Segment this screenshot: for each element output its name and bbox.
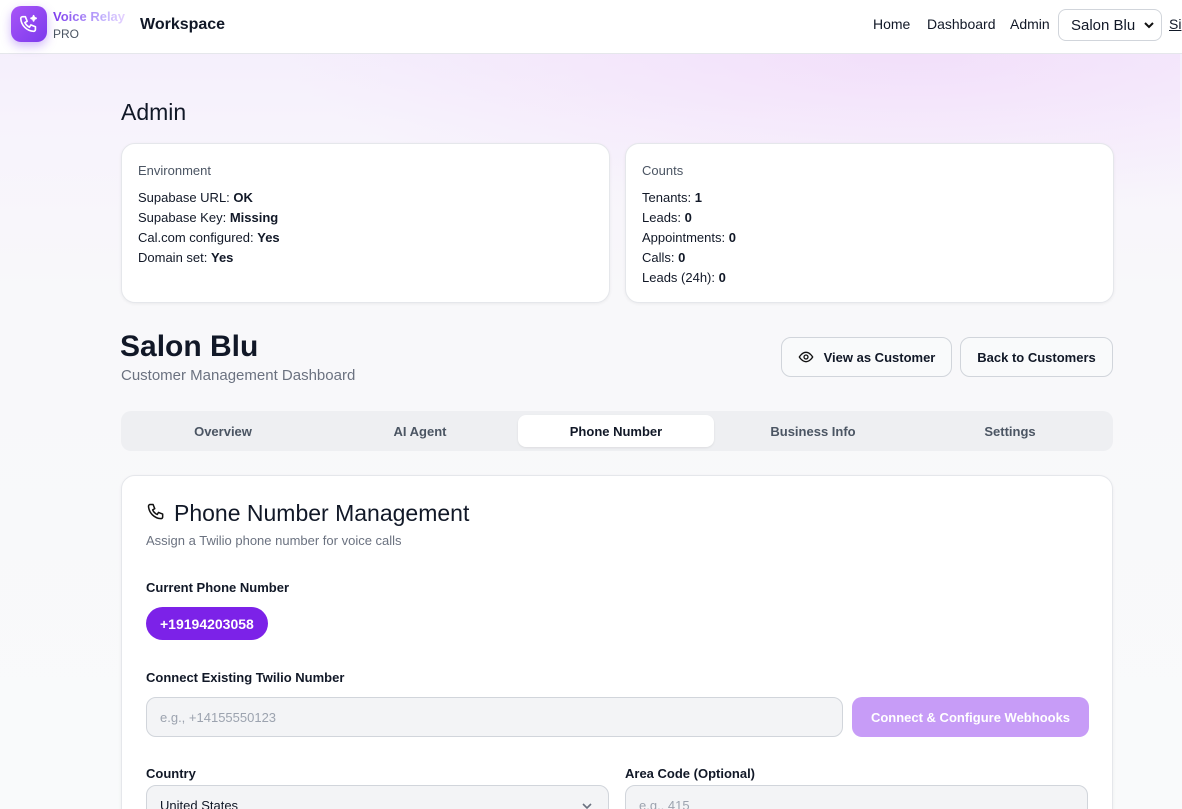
- back-to-customers-button[interactable]: Back to Customers: [960, 337, 1113, 377]
- count-calls: Calls: 0: [642, 250, 686, 265]
- phone-number-card: Phone Number Management Assign a Twilio …: [121, 475, 1113, 809]
- connect-number-label: Connect Existing Twilio Number: [146, 670, 345, 685]
- count-leads-24h: Leads (24h): 0: [642, 270, 726, 285]
- customer-name: Salon Blu: [120, 330, 259, 363]
- count-appointments: Appointments: 0: [642, 230, 736, 245]
- area-code-input[interactable]: e.g., 415: [625, 785, 1088, 809]
- tenant-select[interactable]: Salon Blu: [1058, 9, 1162, 41]
- environment-label: Environment: [138, 163, 211, 178]
- current-phone-label: Current Phone Number: [146, 580, 290, 595]
- count-tenants: Tenants: 1: [642, 190, 703, 205]
- brand-tier-badge: PRO: [53, 27, 80, 41]
- phone-section-title: Phone Number Management: [174, 500, 470, 526]
- current-phone-badge: +19194203058: [146, 607, 268, 640]
- back-to-customers-label: Back to Customers: [977, 349, 1096, 365]
- country-label: Country: [146, 766, 196, 781]
- env-supabase-url: Supabase URL: OK: [138, 190, 253, 205]
- chevron-down-icon: [582, 803, 592, 809]
- environment-card: Environment Supabase URL: OK Supabase Ke…: [121, 143, 610, 303]
- chevron-down-icon: [1144, 22, 1154, 29]
- nav-admin-link[interactable]: Admin: [1010, 16, 1050, 32]
- env-domain-set: Domain set: Yes: [138, 250, 234, 265]
- count-leads: Leads: 0: [642, 210, 692, 225]
- top-navigation-bar: Voice Relay PRO Workspace Home Dashboard…: [0, 0, 1182, 54]
- eye-icon: [798, 351, 814, 363]
- tab-overview[interactable]: Overview: [125, 415, 321, 447]
- area-code-label: Area Code (Optional): [625, 766, 756, 781]
- brand-name[interactable]: Voice Relay: [53, 9, 127, 24]
- env-supabase-key: Supabase Key: Missing: [138, 210, 279, 225]
- sign-out-link[interactable]: Si: [1169, 16, 1182, 32]
- twilio-number-input[interactable]: e.g., +14155550123: [146, 697, 843, 737]
- phone-icon: [147, 503, 164, 520]
- tab-bar: Overview AI Agent Phone Number Business …: [121, 411, 1113, 451]
- tab-ai-agent[interactable]: AI Agent: [322, 415, 518, 447]
- tenant-select-value: Salon Blu: [1071, 16, 1136, 34]
- country-select[interactable]: United States: [146, 785, 609, 809]
- counts-label: Counts: [642, 163, 684, 178]
- logo-phone-icon[interactable]: [11, 6, 47, 42]
- view-as-customer-label: View as Customer: [823, 349, 936, 365]
- phone-section-description: Assign a Twilio phone number for voice c…: [146, 533, 402, 548]
- tab-settings[interactable]: Settings: [912, 415, 1108, 447]
- counts-card: Counts Tenants: 1 Leads: 0 Appointments:…: [625, 143, 1114, 303]
- view-as-customer-button[interactable]: View as Customer: [781, 337, 952, 377]
- tab-business-info[interactable]: Business Info: [715, 415, 911, 447]
- country-select-value: United States: [160, 797, 239, 809]
- nav-dashboard-link[interactable]: Dashboard: [927, 16, 996, 32]
- nav-home-link[interactable]: Home: [873, 16, 910, 32]
- env-calcom-configured: Cal.com configured: Yes: [138, 230, 280, 245]
- customer-subtitle: Customer Management Dashboard: [121, 367, 356, 384]
- connect-configure-webhooks-button[interactable]: Connect & Configure Webhooks: [852, 697, 1089, 737]
- workspace-title: Workspace: [140, 16, 226, 33]
- admin-heading: Admin: [121, 99, 187, 125]
- tab-phone-number[interactable]: Phone Number: [518, 415, 714, 447]
